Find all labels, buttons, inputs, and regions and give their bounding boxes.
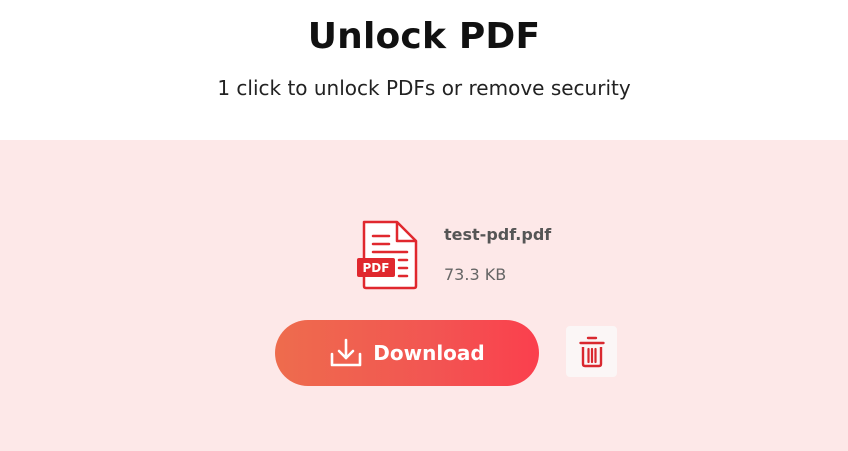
download-icon [330, 338, 362, 367]
delete-file-button[interactable] [566, 326, 617, 377]
file-size: 73.3 KB [444, 265, 507, 284]
page-header: Unlock PDF 1 click to unlock PDFs or rem… [0, 0, 848, 140]
download-button[interactable]: Download [275, 320, 539, 386]
download-label: Download [373, 341, 485, 365]
file-name: test-pdf.pdf [444, 225, 552, 244]
pdf-file-icon: PDF [357, 220, 418, 290]
pdf-badge-label: PDF [363, 261, 390, 275]
page-title: Unlock PDF [307, 16, 541, 57]
trash-icon [578, 336, 605, 367]
file-panel: PDF test-pdf.pdf 73.3 KB Download [0, 140, 848, 451]
page-subtitle: 1 click to unlock PDFs or remove securit… [217, 76, 631, 100]
